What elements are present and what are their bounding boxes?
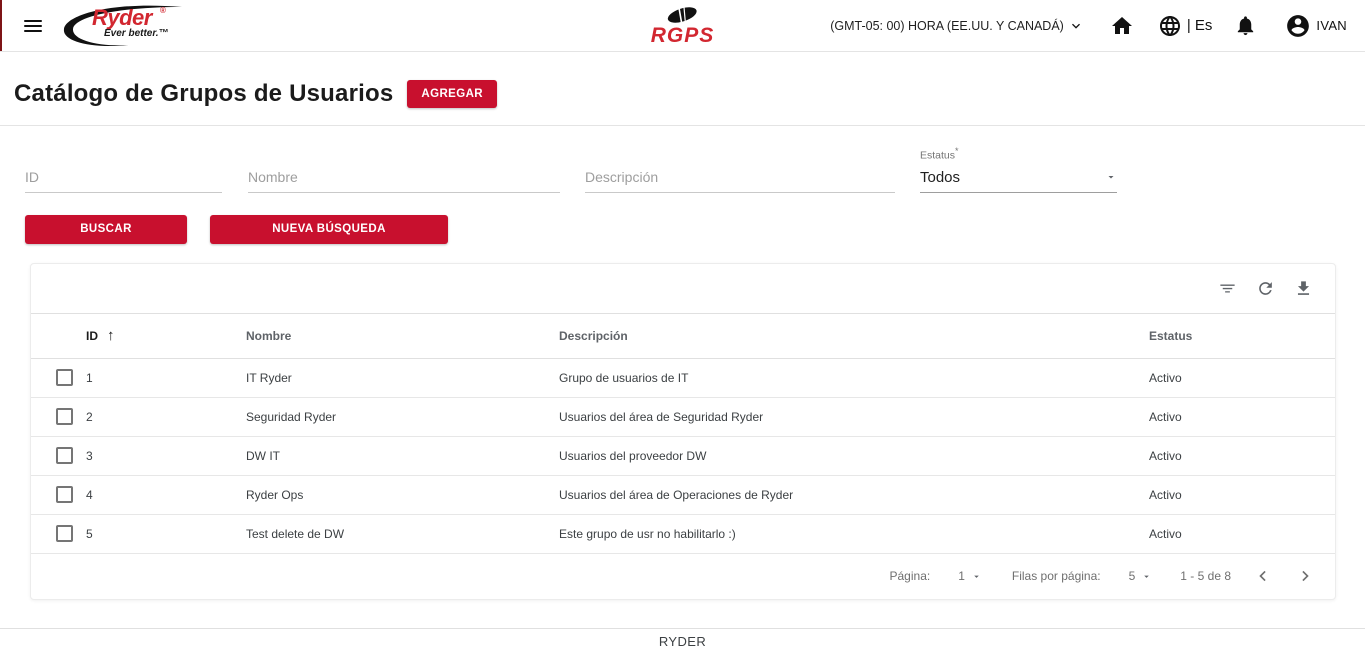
rows-per-page-value: 5 bbox=[1128, 569, 1136, 583]
table-toolbar bbox=[31, 264, 1335, 313]
column-header-name[interactable]: Nombre bbox=[246, 329, 559, 343]
avatar-icon bbox=[1287, 14, 1310, 37]
add-button[interactable]: AGREGAR bbox=[407, 80, 497, 108]
column-header-status[interactable]: Estatus bbox=[1149, 329, 1335, 343]
globe-icon bbox=[1159, 15, 1180, 36]
cell-status: Activo bbox=[1149, 448, 1182, 463]
rgps-leaf-icon bbox=[668, 7, 697, 23]
pagination-range: 1 - 5 de 8 bbox=[1180, 569, 1231, 583]
cell-name: Seguridad Ryder bbox=[246, 409, 337, 424]
chevron-down-icon bbox=[1071, 23, 1080, 29]
row-checkbox[interactable] bbox=[56, 525, 73, 542]
dropdown-arrow-icon bbox=[974, 575, 979, 578]
id-input[interactable] bbox=[25, 162, 222, 193]
sort-ascending-icon[interactable]: ↑ bbox=[107, 327, 115, 344]
refresh-button[interactable] bbox=[1253, 276, 1277, 300]
dropdown-arrow-icon bbox=[1144, 575, 1150, 578]
language-selector[interactable]: | Es bbox=[1158, 14, 1213, 38]
page-select[interactable]: 1 bbox=[958, 569, 982, 583]
rgps-logo-text: RGPS bbox=[650, 24, 715, 47]
cell-description: Grupo de usuarios de IT bbox=[559, 370, 689, 385]
user-menu[interactable]: IVAN bbox=[1285, 13, 1347, 39]
table-row[interactable]: 1 IT Ryder Grupo de usuarios de IT Activ… bbox=[31, 359, 1335, 398]
download-button[interactable] bbox=[1291, 276, 1315, 300]
filter-icon bbox=[1219, 284, 1235, 293]
cell-status: Activo bbox=[1149, 526, 1182, 541]
table-row[interactable]: 3 DW IT Usuarios del proveedor DW Activo bbox=[31, 437, 1335, 476]
rgps-logo: RGPS bbox=[651, 4, 715, 48]
dropdown-arrow-icon bbox=[1108, 176, 1114, 179]
timezone-label: (GMT-05: 00) HORA (EE.UU. Y CANADÁ) bbox=[830, 18, 1064, 33]
bell-icon bbox=[1238, 16, 1254, 36]
status-label: Estatus* bbox=[920, 146, 959, 162]
search-button[interactable]: BUSCAR bbox=[25, 214, 187, 244]
column-header-id[interactable]: ID ↑ bbox=[86, 327, 246, 344]
new-search-button[interactable]: NUEVA BÚSQUEDA bbox=[210, 214, 448, 244]
status-field: Estatus* Todos bbox=[920, 146, 1117, 193]
cell-name: Test delete de DW bbox=[246, 526, 345, 541]
table-row[interactable]: 2 Seguridad Ryder Usuarios del área de S… bbox=[31, 398, 1335, 437]
timezone-selector[interactable]: (GMT-05: 00) HORA (EE.UU. Y CANADÁ) bbox=[830, 18, 1084, 34]
row-checkbox[interactable] bbox=[56, 486, 73, 503]
cell-description: Usuarios del proveedor DW bbox=[559, 448, 707, 463]
row-checkbox[interactable] bbox=[56, 369, 73, 386]
chevron-right-icon bbox=[1302, 570, 1309, 582]
cell-id: 2 bbox=[86, 409, 93, 424]
cell-id: 3 bbox=[86, 448, 93, 463]
page-label: Página: bbox=[889, 569, 931, 583]
cell-id: 4 bbox=[86, 487, 93, 502]
ryder-reg-mark: ® bbox=[160, 5, 166, 15]
user-name: IVAN bbox=[1316, 18, 1347, 33]
row-checkbox[interactable] bbox=[56, 447, 73, 464]
rows-per-page-label: Filas por página: bbox=[1011, 569, 1101, 583]
status-select[interactable]: Todos bbox=[920, 167, 1117, 193]
row-checkbox[interactable] bbox=[56, 408, 73, 425]
cell-status: Activo bbox=[1149, 487, 1182, 502]
search-form: Estatus* Todos bbox=[0, 126, 1365, 193]
required-mark: * bbox=[955, 146, 959, 156]
ryder-logo[interactable]: Ryder ® Ever better.™ bbox=[63, 4, 182, 48]
description-input[interactable] bbox=[585, 162, 895, 193]
cell-description: Usuarios del área de Seguridad Ryder bbox=[559, 409, 764, 424]
chevron-left-icon bbox=[1259, 570, 1266, 582]
language-label: | Es bbox=[1186, 17, 1213, 34]
name-input[interactable] bbox=[248, 162, 560, 193]
footer-text: RYDER bbox=[658, 634, 707, 649]
page-value: 1 bbox=[958, 569, 965, 583]
home-icon bbox=[1111, 16, 1132, 34]
cell-id: 5 bbox=[86, 526, 93, 541]
page-title: Catálogo de Grupos de Usuarios bbox=[14, 80, 394, 107]
home-button[interactable] bbox=[1110, 14, 1134, 38]
column-header-description[interactable]: Descripción bbox=[559, 329, 1149, 343]
table-header-row: ID ↑ Nombre Descripción Estatus bbox=[31, 312, 1335, 359]
pagination-bar: Página: 1 Filas por página: 5 1 - 5 de 8 bbox=[31, 554, 1335, 599]
download-icon bbox=[1297, 280, 1309, 295]
refresh-icon bbox=[1258, 281, 1272, 295]
cell-status: Activo bbox=[1149, 409, 1182, 424]
footer: RYDER bbox=[0, 628, 1365, 654]
results-card: ID ↑ Nombre Descripción Estatus 1 IT Ryd… bbox=[30, 262, 1336, 600]
previous-page-button[interactable] bbox=[1253, 566, 1273, 586]
ryder-tagline: Ever better.™ bbox=[104, 27, 169, 39]
cell-name: IT Ryder bbox=[246, 370, 292, 385]
table-row[interactable]: 4 Ryder Ops Usuarios del área de Operaci… bbox=[31, 476, 1335, 515]
notifications-button[interactable] bbox=[1234, 14, 1257, 37]
cell-name: Ryder Ops bbox=[246, 487, 304, 502]
top-bar: Ryder ® Ever better.™ RGPS (GMT-05: 00) … bbox=[0, 0, 1365, 52]
table-row[interactable]: 5 Test delete de DW Este grupo de usr no… bbox=[31, 515, 1335, 554]
cell-status: Activo bbox=[1149, 370, 1182, 385]
cell-description: Este grupo de usr no habilitarlo :) bbox=[559, 526, 736, 541]
next-page-button[interactable] bbox=[1295, 566, 1315, 586]
filter-button[interactable] bbox=[1215, 276, 1239, 300]
cell-description: Usuarios del área de Operaciones de Ryde… bbox=[559, 487, 794, 502]
cell-id: 1 bbox=[86, 370, 93, 385]
rows-per-page-select[interactable]: 5 bbox=[1129, 569, 1153, 583]
cell-name: DW IT bbox=[246, 448, 280, 463]
status-selected-value: Todos bbox=[920, 168, 961, 186]
menu-icon[interactable] bbox=[24, 17, 42, 35]
